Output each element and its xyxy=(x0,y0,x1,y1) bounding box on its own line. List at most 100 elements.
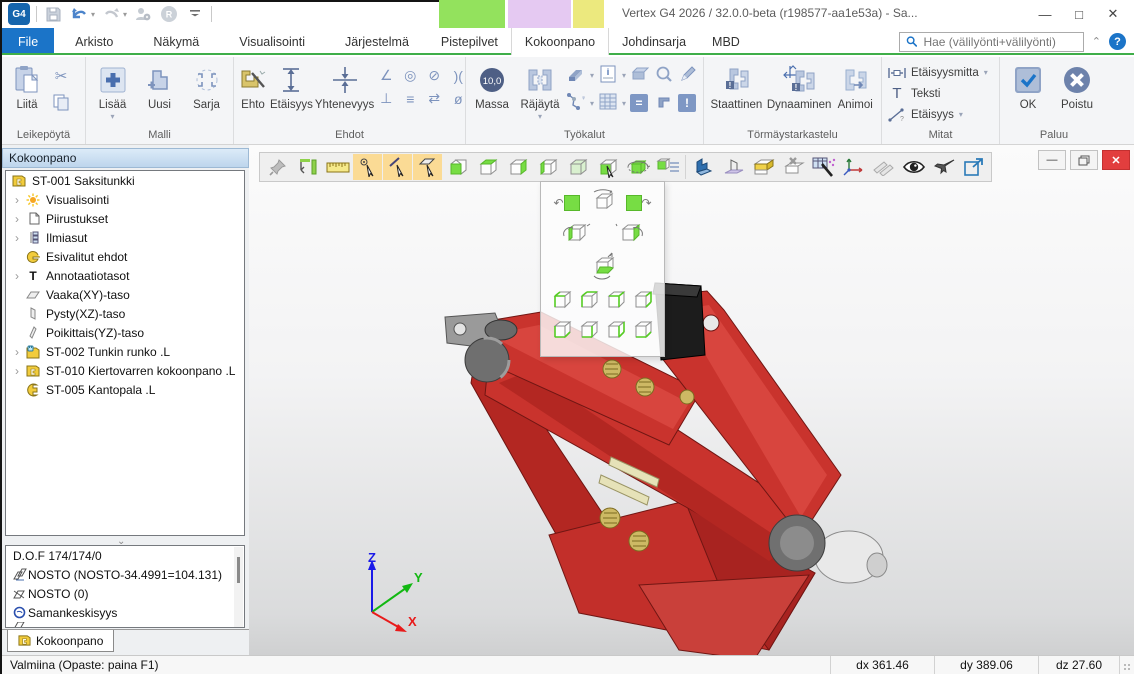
customize-toolbar-icon[interactable] xyxy=(185,4,205,24)
viewport-3d[interactable]: — ✕ ↶ ↷ xyxy=(249,145,1134,655)
profile-tool-icon[interactable] xyxy=(566,65,586,86)
dof-item[interactable]: NOSTO (NOSTO-34.4991=104.131) xyxy=(6,565,244,584)
corner-view-icon[interactable] xyxy=(577,288,601,315)
table-wand-icon[interactable] xyxy=(809,154,838,180)
undo-dropdown-icon[interactable]: ▾ xyxy=(91,10,95,19)
rotate-ccw-view-icon[interactable]: ↶ xyxy=(553,195,579,211)
massa-button[interactable]: 10,0 Massa xyxy=(470,59,514,111)
measure-pencils-icon[interactable] xyxy=(869,154,898,180)
view-orbit-icon[interactable] xyxy=(623,154,652,180)
yhtenevyys-button[interactable]: Yhtenevyys xyxy=(315,59,374,111)
dof-item[interactable]: NOSTO (0) xyxy=(6,584,244,603)
tab-pistepilvet[interactable]: Pistepilvet xyxy=(428,28,511,55)
remove-section-icon[interactable] xyxy=(779,154,808,180)
corner-view-icon[interactable] xyxy=(631,318,655,345)
tree-panel-header[interactable]: Kokoonpano xyxy=(2,148,249,168)
edit-pencil-icon[interactable] xyxy=(678,65,698,86)
tree-item[interactable]: › ST-002 Tunkin runko .L xyxy=(6,342,244,361)
redo-icon[interactable] xyxy=(101,4,121,24)
uusi-button[interactable]: Uusi xyxy=(137,59,182,111)
select-edge-icon[interactable] xyxy=(383,154,412,180)
perpendicular-constraint-icon[interactable]: ⊥ xyxy=(376,90,396,107)
section-box-icon[interactable] xyxy=(749,154,778,180)
copy-icon[interactable] xyxy=(50,91,72,113)
visibility-eye-icon[interactable] xyxy=(899,154,928,180)
dropdown-icon[interactable]: ▾ xyxy=(590,71,594,80)
export-view-icon[interactable] xyxy=(959,154,988,180)
tree-item[interactable]: Poikittais(YZ)-taso xyxy=(6,323,244,342)
help-icon[interactable]: ? xyxy=(1109,33,1126,50)
doc-restore-button[interactable] xyxy=(1070,150,1098,170)
sarja-button[interactable]: Sarja xyxy=(184,59,229,111)
animoi-button[interactable]: Animoi xyxy=(833,59,877,111)
corner-view-icon[interactable] xyxy=(631,288,655,315)
search-input[interactable] xyxy=(923,35,1076,49)
corner-view-icon[interactable] xyxy=(550,288,574,315)
tab-kokoonpano-active[interactable]: Kokoonpano xyxy=(511,28,609,55)
expander-icon[interactable]: › xyxy=(10,269,24,283)
view-left-icon[interactable] xyxy=(533,154,562,180)
tree-item[interactable]: › Ilmiasut xyxy=(6,228,244,247)
tree-item[interactable]: Esivalitut ehdot xyxy=(6,247,244,266)
tab-kokoonpano-bottom[interactable]: Kokoonpano xyxy=(7,630,114,652)
paste-button[interactable]: Liitä xyxy=(6,59,48,111)
doc-close-button[interactable]: ✕ xyxy=(1102,150,1130,170)
view-top-icon[interactable] xyxy=(473,154,502,180)
tree-item[interactable]: Vaaka(XY)-taso xyxy=(6,285,244,304)
info-tool-icon[interactable]: i xyxy=(598,65,618,86)
expander-icon[interactable]: › xyxy=(10,345,24,359)
minimize-button[interactable]: — xyxy=(1028,0,1062,28)
tab-jarjestelma[interactable]: Järjestelmä xyxy=(332,28,422,55)
corner-view-icon[interactable] xyxy=(550,318,574,345)
tree-item[interactable]: ST-005 Kantopala .L xyxy=(6,380,244,399)
dropdown-icon[interactable]: ▾ xyxy=(622,99,626,108)
opposed-constraint-icon[interactable]: ⇄ xyxy=(424,90,444,107)
angle-constraint-icon[interactable]: ∠ xyxy=(376,67,396,84)
measure-ruler-icon[interactable] xyxy=(323,154,352,180)
concentric-constraint-icon[interactable]: ◎ xyxy=(400,67,420,84)
tab-visualisointi[interactable]: Visualisointi xyxy=(226,28,318,55)
cut-icon[interactable]: ✂ xyxy=(50,65,72,87)
tab-arkisto[interactable]: Arkisto xyxy=(62,28,126,55)
rotate-cw-view-icon[interactable]: ↷ xyxy=(626,195,652,211)
doc-minimize-button[interactable]: — xyxy=(1038,150,1066,170)
spin-top-view-icon[interactable] xyxy=(590,188,616,217)
tab-johdinsarja[interactable]: Johdinsarja xyxy=(609,28,699,55)
ehto-button[interactable]: Ehto xyxy=(238,59,268,111)
equal-tool-icon[interactable]: = xyxy=(630,94,650,112)
skeleton-tool-icon[interactable]: ♀ xyxy=(566,92,586,114)
view-front-icon[interactable] xyxy=(443,154,472,180)
corner-view-icon[interactable] xyxy=(604,288,628,315)
expander-icon[interactable]: › xyxy=(10,364,24,378)
redo-dropdown-icon[interactable]: ▾ xyxy=(123,10,127,19)
tab-mbd[interactable]: MBD xyxy=(699,28,753,55)
tree-item[interactable]: Pysty(XZ)-taso xyxy=(6,304,244,323)
triad-icon[interactable] xyxy=(839,154,868,180)
etaisyysmitta-button[interactable]: Etäisyysmitta▾ xyxy=(888,62,988,83)
tree-item[interactable]: › ST-010 Kiertovarren kokoonpano .L xyxy=(6,361,244,380)
app-logo[interactable]: G4 xyxy=(8,3,30,25)
expander-icon[interactable]: › xyxy=(10,231,24,245)
maximize-button[interactable]: □ xyxy=(1062,0,1096,28)
orbit-up-view-icon[interactable] xyxy=(588,252,618,285)
table-tool-icon[interactable] xyxy=(598,93,618,113)
box-tool-icon[interactable] xyxy=(630,66,650,85)
r-badge-icon[interactable]: R xyxy=(159,4,179,24)
save-icon[interactable] xyxy=(43,4,63,24)
view-isometric-icon[interactable] xyxy=(563,154,592,180)
teksti-button[interactable]: T Teksti xyxy=(888,83,988,104)
warning-tool-icon[interactable]: ! xyxy=(678,94,698,112)
search-box[interactable] xyxy=(899,32,1084,52)
flyby-airplane-icon[interactable] xyxy=(929,154,958,180)
tree-item[interactable]: › T Annotaatiotasot xyxy=(6,266,244,285)
zoom-check-icon[interactable] xyxy=(654,65,674,86)
orbit-right-view-icon[interactable] xyxy=(615,220,645,249)
orbit-left-view-icon[interactable] xyxy=(561,220,591,249)
corner-view-icon[interactable] xyxy=(577,318,601,345)
resize-grip[interactable] xyxy=(1120,656,1134,674)
corner-view-icon[interactable] xyxy=(604,318,628,345)
select-point-icon[interactable] xyxy=(353,154,382,180)
pin-icon[interactable] xyxy=(263,154,292,180)
undo-icon[interactable] xyxy=(69,4,89,24)
tab-file[interactable]: File xyxy=(2,28,54,55)
